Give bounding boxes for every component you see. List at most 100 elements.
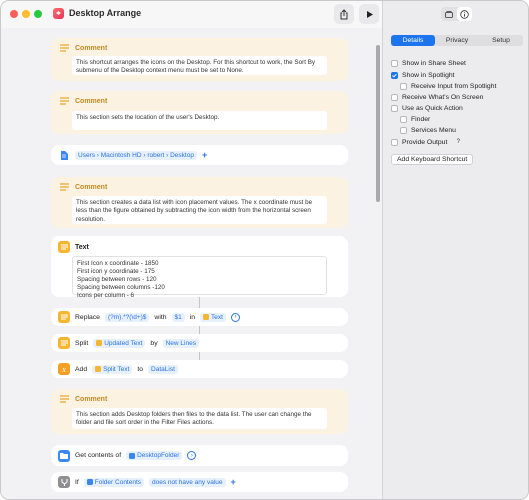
comment-text[interactable]: This section sets the location of the us… <box>72 111 327 130</box>
comment-text[interactable]: This section adds Desktop folders then f… <box>72 408 327 429</box>
split-target-label: Updated Text <box>104 339 143 347</box>
to-label: to <box>137 365 144 373</box>
help-icon[interactable]: ? <box>454 138 462 146</box>
quick-action-checkbox[interactable] <box>391 104 398 112</box>
expand-chevron-icon[interactable]: › <box>187 451 197 460</box>
minimize-window-button[interactable] <box>22 10 30 18</box>
condition-token[interactable]: does not have any value <box>149 477 226 487</box>
replace-action[interactable]: Replace (?m).*?(\d+)$ with $1 in Text › <box>51 308 348 326</box>
in-label: in <box>189 313 196 321</box>
text-action[interactable]: Text First Icon x coordinate - 1850 Firs… <box>51 236 348 299</box>
option-services-menu[interactable]: Services Menu <box>400 125 456 135</box>
connector-line <box>199 326 200 334</box>
add-variable-action[interactable]: x Add Split Text to DataList <box>51 360 348 378</box>
folder-icon <box>58 449 70 462</box>
spotlight-input-label: Receive Input from Spotlight <box>411 82 497 90</box>
shortcuts-window: Desktop Arrange Comment This shortcut ar… <box>0 0 529 500</box>
run-button[interactable] <box>359 4 379 24</box>
pattern-token[interactable]: (?m).*?(\d+)$ <box>104 312 150 322</box>
folder-variable-label: DesktopFolder <box>137 452 180 459</box>
text-icon <box>58 337 70 349</box>
shortcut-app-icon <box>53 8 64 19</box>
separator-token[interactable]: New Lines <box>162 338 199 348</box>
whats-on-screen-checkbox[interactable] <box>391 93 398 101</box>
title-bar: Desktop Arrange <box>1 1 382 28</box>
library-icon[interactable] <box>441 7 457 21</box>
variable-icon: x <box>58 363 70 375</box>
editor-scrollbar[interactable] <box>374 28 382 499</box>
by-label: by <box>150 339 158 347</box>
comment-label: Comment <box>75 44 108 52</box>
add-source-label: Split Text <box>103 365 130 373</box>
if-subject-label: Folder Contents <box>94 478 142 486</box>
share-button[interactable] <box>334 4 354 24</box>
services-menu-checkbox[interactable] <box>400 126 407 134</box>
option-share-sheet[interactable]: Show in Share Sheet <box>391 58 466 68</box>
close-window-button[interactable] <box>10 10 18 18</box>
add-verb: Add <box>75 365 88 373</box>
get-contents-verb: Get contents of <box>75 452 122 459</box>
comment-action[interactable]: Comment This shortcut arranges the icons… <box>51 38 348 81</box>
get-folder-contents-action[interactable]: Get contents of DesktopFolder › <box>51 445 348 466</box>
option-provide-output[interactable]: Provide Output ? <box>391 137 462 147</box>
play-icon <box>366 10 373 18</box>
option-quick-action[interactable]: Use as Quick Action <box>391 103 463 113</box>
text-icon <box>58 311 70 323</box>
if-subject-token[interactable]: Folder Contents <box>83 477 145 487</box>
checkmark-icon <box>392 73 397 77</box>
add-icon[interactable]: + <box>231 477 236 487</box>
zoom-window-button[interactable] <box>34 10 42 18</box>
scrollbar-thumb[interactable] <box>376 45 380 202</box>
if-verb: If <box>75 478 79 486</box>
finder-checkbox[interactable] <box>400 115 407 123</box>
text-action-label: Text <box>75 243 89 251</box>
folder-path-token[interactable]: Users › Macintosh HD › robert › Desktop <box>75 150 197 160</box>
text-icon <box>58 241 70 253</box>
split-target-token[interactable]: Updated Text <box>93 338 146 348</box>
finder-label: Finder <box>411 115 431 123</box>
tab-setup[interactable]: Setup <box>479 35 523 46</box>
comment-text[interactable]: This shortcut arranges the icons on the … <box>72 56 327 75</box>
add-icon[interactable]: + <box>202 150 207 160</box>
whats-on-screen-label: Receive What's On Screen <box>402 93 484 101</box>
comment-label: Comment <box>75 97 108 105</box>
share-sheet-checkbox[interactable] <box>391 59 398 67</box>
option-spotlight[interactable]: Show in Spotlight <box>391 70 455 80</box>
spotlight-input-checkbox[interactable] <box>400 82 407 90</box>
comment-action[interactable]: Comment This section sets the location o… <box>51 91 348 134</box>
spotlight-label: Show in Spotlight <box>402 71 455 79</box>
comment-action[interactable]: Comment This section adds Desktop folder… <box>51 389 348 434</box>
split-action[interactable]: Split Updated Text by New Lines <box>51 334 348 352</box>
add-source-token[interactable]: Split Text <box>92 364 133 374</box>
text-icon <box>96 340 103 346</box>
tab-privacy[interactable]: Privacy <box>435 35 479 46</box>
replacement-token[interactable]: $1 <box>171 312 185 322</box>
option-finder[interactable]: Finder <box>400 114 430 124</box>
replace-target-token[interactable]: Text <box>200 312 226 322</box>
folder-icon <box>129 452 136 459</box>
variable-token[interactable]: DataList <box>148 364 178 374</box>
spotlight-checkbox[interactable] <box>391 71 398 79</box>
comment-icon <box>58 181 70 193</box>
split-verb: Split <box>75 339 89 347</box>
window-title: Desktop Arrange <box>69 8 142 18</box>
info-icon[interactable] <box>456 7 472 21</box>
comment-label: Comment <box>75 183 108 191</box>
comment-icon <box>58 393 70 405</box>
provide-output-checkbox[interactable] <box>391 138 398 146</box>
text-icon <box>95 366 102 372</box>
expand-chevron-icon[interactable]: › <box>230 312 240 322</box>
comment-action[interactable]: Comment This section creates a data list… <box>51 177 348 228</box>
if-action[interactable]: If Folder Contents does not have any val… <box>51 472 348 492</box>
text-icon <box>203 314 210 320</box>
tab-details[interactable]: Details <box>391 35 435 46</box>
comment-text[interactable]: This section creates a data list with ic… <box>72 196 327 224</box>
text-content-field[interactable]: First Icon x coordinate - 1850 First ico… <box>72 256 327 299</box>
add-keyboard-shortcut-button[interactable]: Add Keyboard Shortcut <box>391 154 474 165</box>
folder-variable-token[interactable]: DesktopFolder <box>126 451 183 460</box>
share-sheet-label: Show in Share Sheet <box>402 59 466 67</box>
folder-action[interactable]: Users › Macintosh HD › robert › Desktop … <box>51 145 348 165</box>
option-whats-on-screen[interactable]: Receive What's On Screen <box>391 92 483 102</box>
provide-output-label: Provide Output <box>402 138 448 146</box>
option-spotlight-input[interactable]: Receive Input from Spotlight <box>400 81 496 91</box>
